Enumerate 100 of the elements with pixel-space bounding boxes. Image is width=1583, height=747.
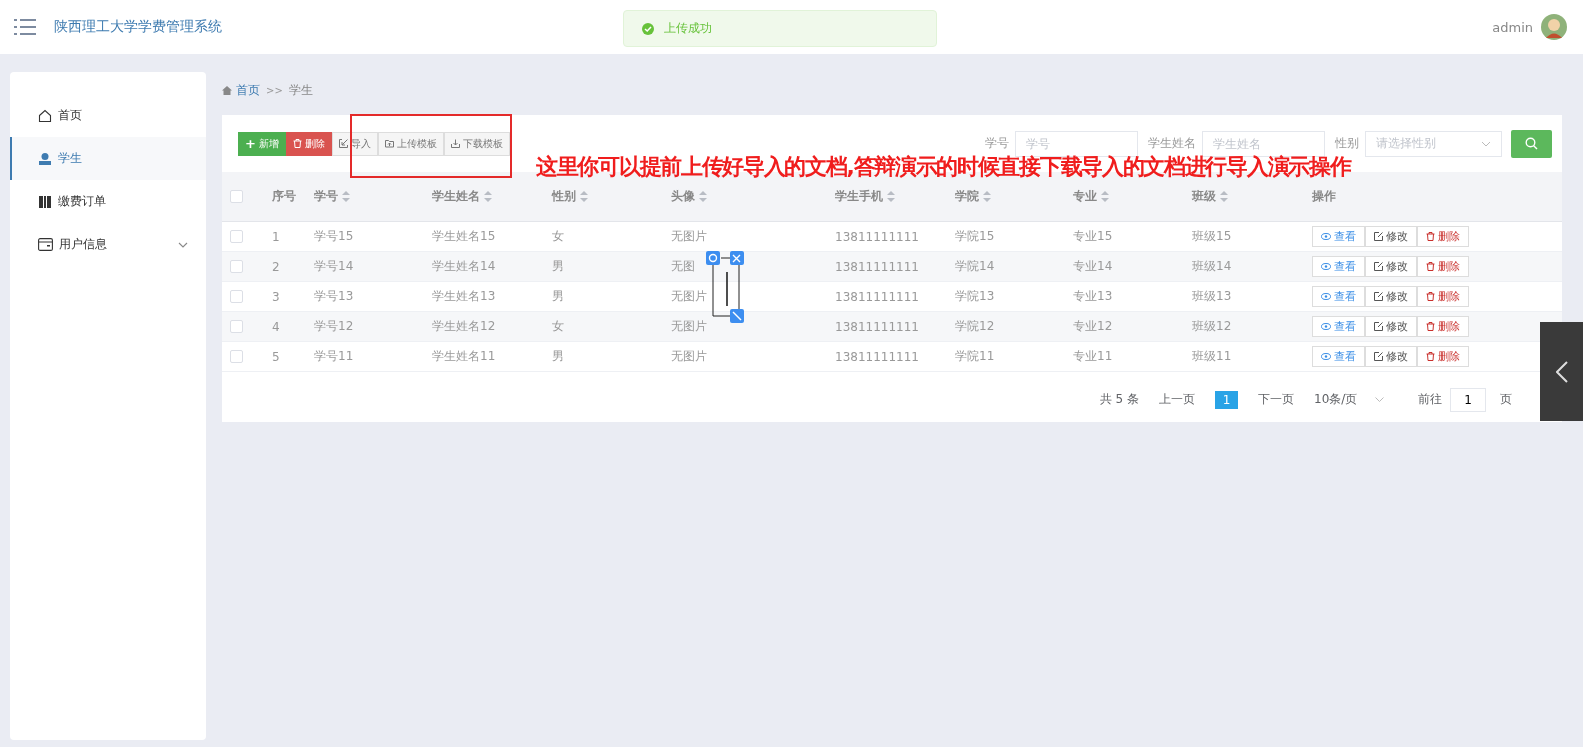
table-cell: 专业13 (1073, 288, 1113, 305)
prev-page-button[interactable]: 上一页 (1153, 390, 1201, 409)
column-header[interactable]: 头像 (671, 188, 695, 205)
sort-icon[interactable] (342, 191, 350, 202)
delete-button[interactable]: 删除 (1417, 256, 1469, 277)
delete-button[interactable]: 删除 (1417, 316, 1469, 337)
filter-label: 学号 (985, 135, 1009, 152)
sort-icon[interactable] (1220, 191, 1228, 202)
sidebar-item[interactable]: 首页 (10, 94, 206, 137)
eye-icon (1321, 293, 1331, 300)
table-cell: 学院14 (955, 258, 995, 275)
goto-page-field[interactable]: 1 (1450, 387, 1486, 412)
sort-icon[interactable] (484, 191, 492, 202)
row-checkbox[interactable] (230, 260, 243, 273)
edit-button[interactable]: 修改 (1365, 316, 1417, 337)
select-all-checkbox[interactable] (230, 190, 243, 203)
table-cell: 专业15 (1073, 228, 1113, 245)
breadcrumb-link[interactable]: 首页 (236, 81, 260, 99)
wallet-icon (38, 238, 53, 251)
toast-message: 上传成功 (664, 20, 712, 37)
add-button[interactable]: + 新增 (238, 131, 286, 156)
view-button[interactable]: 查看 (1312, 286, 1365, 307)
table-cell: 无图 (671, 258, 695, 275)
edit-button[interactable]: 修改 (1365, 346, 1417, 367)
view-button[interactable]: 查看 (1312, 316, 1365, 337)
download-icon (450, 139, 460, 148)
table-cell: 学生姓名12 (432, 318, 496, 335)
eye-icon (1321, 353, 1331, 360)
upload-template-button[interactable]: 上传模板 (377, 131, 444, 156)
filter-label: 性别 (1335, 135, 1359, 152)
page-number[interactable]: 1 (1215, 390, 1238, 409)
row-checkbox[interactable] (230, 320, 243, 333)
view-button[interactable]: 查看 (1312, 346, 1365, 367)
edit-button[interactable]: 修改 (1365, 226, 1417, 247)
table-cell: 学号15 (314, 228, 354, 245)
chevron-down-icon (1481, 140, 1491, 147)
avatar-icon[interactable] (1541, 14, 1567, 40)
table-cell: 学号13 (314, 288, 354, 305)
edit-icon (1374, 352, 1383, 361)
column-header: 操作 (1312, 188, 1336, 205)
next-page-button[interactable]: 下一页 (1252, 390, 1300, 409)
column-header[interactable]: 专业 (1073, 188, 1097, 205)
table-cell: 班级14 (1192, 258, 1232, 275)
page-size-select[interactable]: 10条/页 (1314, 391, 1384, 408)
page-unit-label: 页 (1500, 391, 1512, 408)
table-cell: 学院12 (955, 318, 995, 335)
search-button[interactable] (1511, 129, 1552, 158)
table-cell: 学院11 (955, 348, 995, 365)
row-checkbox[interactable] (230, 230, 243, 243)
breadcrumb-separator: >> (266, 84, 283, 96)
check-circle-icon (642, 22, 654, 35)
delete-button[interactable]: 删除 (285, 131, 332, 156)
sort-icon[interactable] (983, 191, 991, 202)
column-header[interactable]: 学院 (955, 188, 979, 205)
table-cell: 班级15 (1192, 228, 1232, 245)
sidebar-item[interactable]: 缴费订单 (10, 180, 206, 223)
table-cell: 无图片 (671, 348, 707, 365)
table-cell: 学院15 (955, 228, 995, 245)
row-checkbox[interactable] (230, 290, 243, 303)
edit-icon (1374, 262, 1383, 271)
view-button[interactable]: 查看 (1312, 256, 1365, 277)
table-cell: 13811111111 (835, 229, 919, 244)
folder-icon (384, 139, 394, 148)
sort-icon[interactable] (699, 191, 707, 202)
sort-icon[interactable] (580, 191, 588, 202)
import-button[interactable]: 导入 (331, 131, 378, 156)
side-panel-tab[interactable] (1540, 322, 1583, 421)
table-cell: 学院13 (955, 288, 995, 305)
column-header[interactable]: 性别 (552, 188, 576, 205)
table-cell: 女 (552, 318, 564, 335)
view-button[interactable]: 查看 (1312, 226, 1365, 247)
delete-button[interactable]: 删除 (1417, 286, 1469, 307)
delete-button[interactable]: 删除 (1417, 226, 1469, 247)
edit-button[interactable]: 修改 (1365, 256, 1417, 277)
table-cell: 学号11 (314, 348, 354, 365)
edit-button[interactable]: 修改 (1365, 286, 1417, 307)
table-cell: 学生姓名11 (432, 348, 496, 365)
column-header[interactable]: 学生姓名 (432, 188, 480, 205)
download-template-button[interactable]: 下载模板 (443, 131, 510, 156)
user-icon (38, 151, 52, 166)
sort-icon[interactable] (1101, 191, 1109, 202)
filter-label: 学生姓名 (1148, 135, 1196, 152)
user-name[interactable]: admin (1492, 19, 1533, 35)
menu-icon[interactable] (14, 19, 36, 35)
search-icon (1525, 137, 1538, 150)
total-count: 共 5 条 (1099, 391, 1139, 408)
table-cell: 13811111111 (835, 259, 919, 274)
row-checkbox[interactable] (230, 350, 243, 363)
delete-button[interactable]: 删除 (1417, 346, 1469, 367)
column-header[interactable]: 学号 (314, 188, 338, 205)
import-icon (338, 139, 348, 148)
trash-icon (1426, 322, 1435, 331)
edit-icon (1374, 322, 1383, 331)
column-header[interactable]: 班级 (1192, 188, 1216, 205)
sidebar-item[interactable]: 学生 (10, 137, 206, 180)
sort-icon[interactable] (887, 191, 895, 202)
sidebar-item[interactable]: 用户信息 (10, 223, 206, 266)
column-header[interactable]: 学生手机 (835, 188, 883, 205)
table-cell: 女 (552, 228, 564, 245)
table-cell: 3 (272, 289, 280, 304)
